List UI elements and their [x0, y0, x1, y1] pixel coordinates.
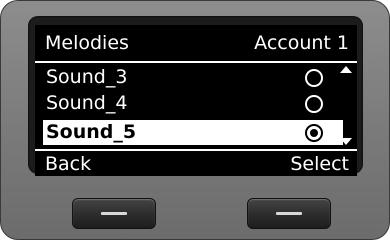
- screen-title: Melodies: [45, 32, 129, 54]
- list-item-sound-4[interactable]: Sound_4: [43, 91, 343, 116]
- list-item-sound-3[interactable]: Sound_3: [43, 65, 343, 90]
- select-softkey-label: Select: [290, 153, 349, 175]
- phone-device: Melodies Account 1 Sound_3 Sound_4 Sound…: [0, 0, 390, 240]
- softkey-dash-icon: [276, 212, 302, 215]
- right-softkey-button[interactable]: [247, 198, 331, 229]
- list-item-label: Sound_5: [46, 121, 137, 143]
- softkey-label-bar: Back Select: [35, 151, 357, 178]
- header-bar: Melodies Account 1: [35, 30, 357, 57]
- list-item-label: Sound_3: [46, 66, 128, 88]
- radio-dot: [310, 129, 318, 137]
- radio-checked-icon[interactable]: [305, 124, 323, 142]
- list-item-label: Sound_4: [46, 92, 128, 114]
- header-divider: [35, 61, 357, 63]
- display-screen: Melodies Account 1 Sound_3 Sound_4 Sound…: [35, 25, 357, 176]
- radio-empty-icon[interactable]: [305, 95, 323, 113]
- scroll-up-arrow-icon[interactable]: [340, 66, 352, 73]
- list-item-sound-5[interactable]: Sound_5: [43, 120, 343, 145]
- radio-empty-icon[interactable]: [305, 69, 323, 87]
- left-softkey-button[interactable]: [72, 198, 156, 229]
- account-label: Account 1: [254, 32, 349, 54]
- softkey-dash-icon: [101, 212, 127, 215]
- back-softkey-label: Back: [45, 153, 92, 175]
- scroll-down-arrow-icon[interactable]: [340, 138, 352, 145]
